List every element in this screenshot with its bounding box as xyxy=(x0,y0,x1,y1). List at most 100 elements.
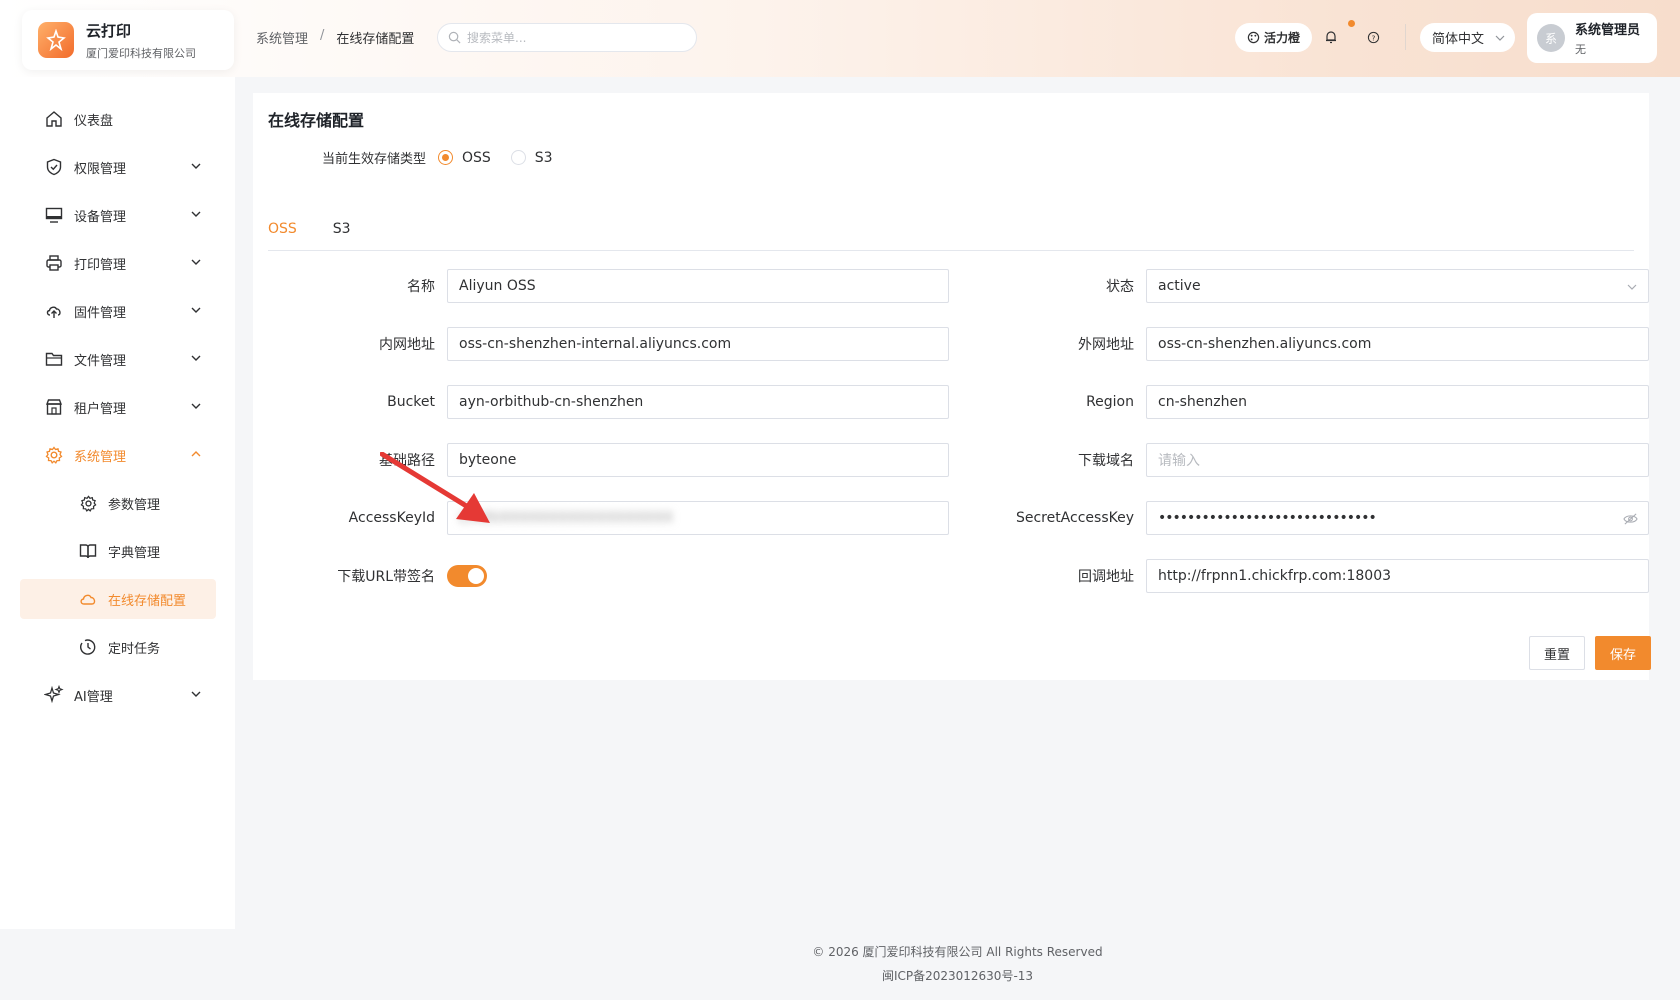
book-icon xyxy=(78,541,98,561)
sidebar-item-dictionary[interactable]: 字典管理 xyxy=(20,531,216,571)
sidebar-item-online-storage[interactable]: 在线存储配置 xyxy=(20,579,216,619)
language-select[interactable]: 简体中文 xyxy=(1420,23,1515,52)
form-row-callback: 回调地址 http://frpnn1.chickfrp.com:18003 xyxy=(954,559,1649,593)
form-row-access-key: AccessKeyId LTAI5tXXXXXXXXXXXXXXXXXX xyxy=(253,501,949,535)
brand[interactable]: 云打印 厦门爱印科技有限公司 xyxy=(22,10,234,70)
signed-url-toggle[interactable] xyxy=(447,565,487,587)
callback-input[interactable]: http://frpnn1.chickfrp.com:18003 xyxy=(1146,559,1649,593)
tab-s3[interactable]: S3 xyxy=(333,219,351,251)
bell-icon[interactable] xyxy=(1322,28,1340,46)
breadcrumb-parent[interactable]: 系统管理 xyxy=(256,28,308,47)
status-value: active xyxy=(1158,278,1201,294)
secret-key-input[interactable]: •••••••••••••••••••••••••••••• xyxy=(1146,501,1649,535)
sidebar-item-printing[interactable]: 打印管理 xyxy=(20,243,216,283)
form-row-download-domain: 下载域名 请输入 xyxy=(954,443,1649,477)
sidebar-item-firmware[interactable]: 固件管理 xyxy=(20,291,216,331)
access-key-input[interactable]: LTAI5tXXXXXXXXXXXXXXXXXX xyxy=(447,501,949,535)
top-header: 云打印 厦门爱印科技有限公司 系统管理 / 在线存储配置 活力橙 ? 简体中文 … xyxy=(0,0,1680,77)
cloud-upload-icon xyxy=(44,301,64,321)
sidebar-item-label: 仪表盘 xyxy=(74,113,114,129)
sidebar-item-dashboard[interactable]: 仪表盘 xyxy=(20,99,216,139)
sidebar-item-params[interactable]: 参数管理 xyxy=(20,483,216,523)
internal-address-input[interactable]: oss-cn-shenzhen-internal.aliyuncs.com xyxy=(447,327,949,361)
radio-label: S3 xyxy=(534,149,553,166)
footer-copyright: © 2026 厦门爱印科技有限公司 All Rights Reserved xyxy=(812,945,1103,959)
status-label: 状态 xyxy=(1106,279,1134,295)
chevron-down-icon xyxy=(191,163,201,169)
chevron-down-icon xyxy=(191,307,201,313)
chevron-down-icon xyxy=(1495,35,1505,41)
region-label: Region xyxy=(1086,394,1134,410)
store-icon xyxy=(44,397,64,417)
user-menu[interactable]: 系 系统管理员 无 xyxy=(1527,13,1657,63)
status-select[interactable]: active xyxy=(1146,269,1649,303)
page-title: 在线存储配置 xyxy=(268,111,365,130)
sidebar-item-label: 权限管理 xyxy=(74,161,127,177)
external-address-input[interactable]: oss-cn-shenzhen.aliyuncs.com xyxy=(1146,327,1649,361)
app-logo-icon xyxy=(38,22,74,58)
tab-oss[interactable]: OSS xyxy=(268,219,297,251)
form-row-region: Region cn-shenzhen xyxy=(954,385,1649,419)
sidebar-item-label: 固件管理 xyxy=(74,305,127,321)
callback-label: 回调地址 xyxy=(1078,569,1134,585)
theme-button[interactable]: 活力橙 xyxy=(1235,23,1313,52)
radio-s3[interactable]: S3 xyxy=(510,149,553,166)
search-input[interactable] xyxy=(467,30,667,45)
eye-hidden-icon[interactable] xyxy=(1623,512,1638,526)
user-role: 无 xyxy=(1575,43,1586,56)
download-domain-label: 下载域名 xyxy=(1078,453,1134,469)
cloud-icon xyxy=(78,589,98,609)
sidebar: 仪表盘 权限管理 设备管理 打印管理 固件管理 文件管理 租户管理 系统管理 参… xyxy=(0,77,235,929)
chevron-down-icon xyxy=(1627,284,1637,290)
annotation-arrow-icon xyxy=(380,452,490,523)
base-path-input[interactable]: byteone xyxy=(447,443,949,477)
svg-text:?: ? xyxy=(1371,33,1375,42)
form-row-internal: 内网地址 oss-cn-shenzhen-internal.aliyuncs.c… xyxy=(253,327,949,361)
chevron-down-icon xyxy=(191,403,201,409)
name-input[interactable]: Aliyun OSS xyxy=(447,269,949,303)
secret-key-label: SecretAccessKey xyxy=(1015,510,1134,526)
chevron-down-icon xyxy=(191,259,201,265)
bucket-input[interactable]: ayn-orbithub-cn-shenzhen xyxy=(447,385,949,419)
help-icon[interactable]: ? xyxy=(1364,28,1382,46)
internal-address-label: 内网地址 xyxy=(379,337,435,353)
sidebar-item-label: AI管理 xyxy=(74,689,113,705)
chevron-down-icon xyxy=(191,355,201,361)
region-input[interactable]: cn-shenzhen xyxy=(1146,385,1649,419)
search-box[interactable] xyxy=(437,23,697,52)
sidebar-item-label: 租户管理 xyxy=(74,401,127,417)
user-name: 系统管理员 xyxy=(1575,23,1641,38)
download-domain-input[interactable]: 请输入 xyxy=(1146,443,1649,477)
footer: © 2026 厦门爱印科技有限公司 All Rights Reserved 闽I… xyxy=(235,940,1680,988)
sidebar-item-system[interactable]: 系统管理 xyxy=(20,435,216,475)
sidebar-item-tenants[interactable]: 租户管理 xyxy=(20,387,216,427)
storage-type-row: 当前生效存储类型 OSS S3 xyxy=(253,148,573,168)
radio-unchecked-icon xyxy=(510,150,526,165)
save-button[interactable]: 保存 xyxy=(1595,636,1651,670)
form-row-signed-url: 下载URL带签名 xyxy=(253,559,487,593)
storage-config-card: 在线存储配置 当前生效存储类型 OSS S3 OSS S3 名称 Aliyun … xyxy=(253,93,1651,680)
notification-dot xyxy=(1348,20,1355,27)
secret-key-value: •••••••••••••••••••••••••••••• xyxy=(1158,510,1377,526)
footer-icp[interactable]: 闽ICP备2023012630号-13 xyxy=(235,964,1680,988)
form-row-bucket: Bucket ayn-orbithub-cn-shenzhen xyxy=(253,385,949,419)
radio-oss[interactable]: OSS xyxy=(438,150,491,166)
sidebar-item-files[interactable]: 文件管理 xyxy=(20,339,216,379)
sidebar-item-permissions[interactable]: 权限管理 xyxy=(20,147,216,187)
reset-button[interactable]: 重置 xyxy=(1529,636,1585,670)
bucket-label: Bucket xyxy=(387,394,435,410)
sidebar-item-label: 系统管理 xyxy=(74,449,127,465)
sidebar-item-scheduled-tasks[interactable]: 定时任务 xyxy=(20,627,216,667)
brand-title: 云打印 xyxy=(86,21,132,40)
sidebar-item-label: 字典管理 xyxy=(108,545,161,561)
radio-label: OSS xyxy=(462,149,491,166)
sparkle-icon xyxy=(44,685,64,705)
breadcrumb-current: 在线存储配置 xyxy=(336,32,415,47)
sidebar-item-label: 设备管理 xyxy=(74,209,127,225)
printer-icon xyxy=(44,253,64,273)
clock-icon xyxy=(78,637,98,657)
sidebar-item-label: 在线存储配置 xyxy=(108,593,187,609)
sidebar-item-devices[interactable]: 设备管理 xyxy=(20,195,216,235)
sidebar-item-ai[interactable]: AI管理 xyxy=(20,675,216,715)
sidebar-item-label: 定时任务 xyxy=(108,641,161,657)
